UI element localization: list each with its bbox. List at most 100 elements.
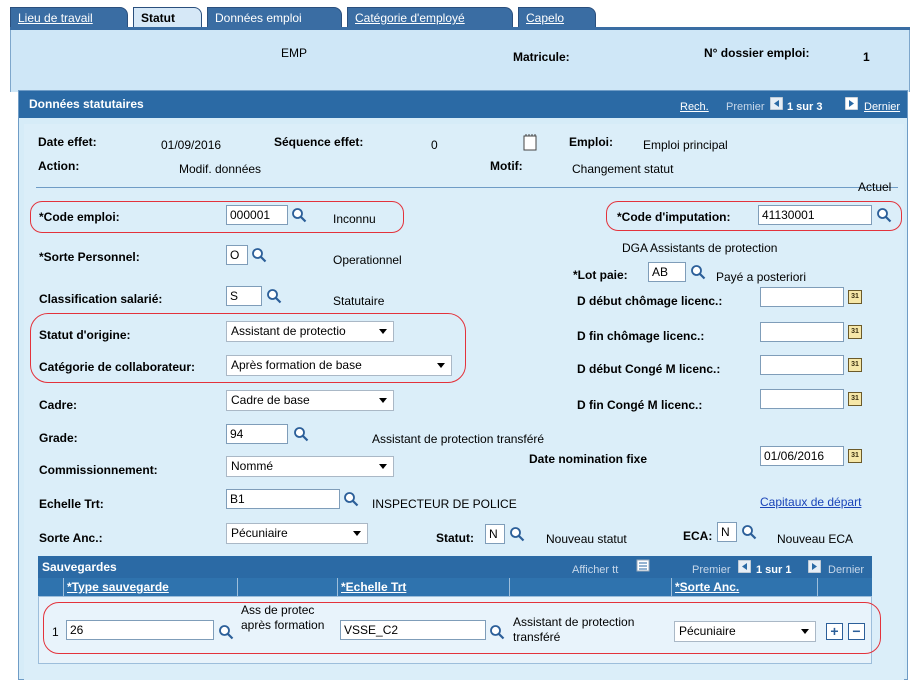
next-arrow-icon[interactable]: [808, 560, 821, 573]
d-fin-chomage-label: D fin chômage licenc.:: [577, 329, 705, 343]
search-icon[interactable]: [218, 624, 234, 640]
sv-dernier-label: Dernier: [828, 564, 865, 576]
emploi-value: Emploi principal: [643, 138, 728, 152]
lot-paie-input[interactable]: [648, 262, 686, 282]
sorte-personnel-label: *Sorte Personnel:: [39, 250, 140, 264]
chevron-down-icon: [379, 329, 387, 334]
search-icon[interactable]: [293, 426, 309, 442]
calendar-icon[interactable]: 31: [848, 358, 862, 372]
col-type-sauvegarde[interactable]: *Type sauvegarde: [64, 578, 238, 596]
dernier-link[interactable]: Dernier: [864, 101, 900, 113]
panel-title: Données statutaires: [29, 97, 144, 111]
chevron-down-icon: [379, 464, 387, 469]
search-icon[interactable]: [343, 491, 359, 507]
type-sauvegarde-input[interactable]: [66, 620, 214, 640]
d-fin-conge-input[interactable]: [760, 389, 844, 409]
col-sorte-anc[interactable]: *Sorte Anc.: [672, 578, 818, 596]
d-fin-chomage-input[interactable]: [760, 322, 844, 342]
sauvegardes-title: Sauvegardes: [42, 560, 117, 574]
chevron-down-icon: [801, 629, 809, 634]
calendar-icon[interactable]: 31: [848, 290, 862, 304]
date-effet-value: 01/09/2016: [161, 138, 222, 152]
date-nomination-label: Date nomination fixe: [529, 452, 648, 466]
cadre-label: Cadre:: [39, 398, 78, 412]
code-emploi-input[interactable]: [226, 205, 288, 225]
lot-paie-label: *Lot paie:: [573, 268, 628, 282]
calendar-icon[interactable]: 31: [848, 325, 862, 339]
actuel-label: Actuel: [858, 180, 892, 194]
d-fin-conge-label: D fin Congé M licenc.:: [577, 398, 703, 412]
echelle-input[interactable]: [226, 489, 340, 509]
capitaux-link[interactable]: Capitaux de départ: [760, 495, 861, 509]
code-imputation-label: *Code d'imputation:: [617, 210, 731, 224]
eca-desc: Nouveau ECA: [777, 532, 854, 546]
categorie-select[interactable]: Après formation de base: [226, 355, 452, 376]
classification-label: Classification salarié:: [39, 292, 163, 306]
sv-range-label: 1 sur 1: [756, 564, 792, 576]
search-icon[interactable]: [509, 526, 525, 542]
action-value: Modif. données: [179, 162, 262, 176]
tab-categorie-employe[interactable]: Catégorie d'employé: [347, 7, 513, 27]
search-icon[interactable]: [291, 207, 307, 223]
search-icon[interactable]: [876, 207, 892, 223]
sorte-anc-label: Sorte Anc.:: [39, 531, 103, 545]
search-icon[interactable]: [251, 247, 267, 263]
action-label: Action:: [38, 159, 80, 173]
tab-statut[interactable]: Statut: [133, 7, 202, 27]
statut-origine-select[interactable]: Assistant de protectio: [226, 321, 394, 342]
code-emploi-desc: Inconnu: [333, 212, 376, 226]
date-effet-label: Date effet:: [38, 135, 97, 149]
add-row-button[interactable]: +: [826, 623, 843, 640]
calendar-icon[interactable]: 31: [848, 392, 862, 406]
employee-header: [10, 30, 910, 92]
echelle-trt-desc: Assistant de protection transféré: [513, 615, 635, 644]
sequence-value: 0: [431, 138, 438, 152]
motif-label: Motif:: [490, 159, 523, 173]
delete-row-button[interactable]: −: [848, 623, 865, 640]
echelle-trt-input[interactable]: [340, 620, 486, 640]
commissionnement-select[interactable]: Nommé: [226, 456, 394, 477]
sorte-anc-select[interactable]: Pécuniaire: [226, 523, 368, 544]
statut-desc: Nouveau statut: [546, 532, 627, 546]
sv-premier-label: Premier: [692, 564, 731, 576]
code-imputation-input[interactable]: [758, 205, 872, 225]
previous-arrow-icon[interactable]: [738, 560, 751, 573]
matricule-label: Matricule:: [513, 50, 570, 64]
d-debut-chomage-input[interactable]: [760, 287, 844, 307]
row-number: 1: [52, 625, 59, 639]
eca-input[interactable]: [717, 522, 737, 542]
search-icon[interactable]: [690, 264, 706, 280]
sauvegardes-columns: *Type sauvegarde *Echelle Trt *Sorte Anc…: [38, 578, 872, 596]
d-debut-conge-label: D début Congé M licenc.:: [577, 362, 721, 376]
statut-input[interactable]: [485, 524, 505, 544]
memo-icon[interactable]: [523, 134, 538, 151]
col-num: [38, 578, 64, 596]
imputation-desc: DGA Assistants de protection: [622, 241, 778, 255]
sorte-personnel-input[interactable]: [226, 245, 248, 265]
code-emploi-label: *Code emploi:: [39, 210, 120, 224]
tab-lieu-de-travail[interactable]: Lieu de travail: [10, 7, 128, 27]
grade-input[interactable]: [226, 424, 288, 444]
grade-label: Grade:: [39, 431, 78, 445]
rech-link[interactable]: Rech.: [680, 101, 709, 113]
cadre-select[interactable]: Cadre de base: [226, 390, 394, 411]
col-echelle-trt[interactable]: *Echelle Trt: [338, 578, 510, 596]
search-icon[interactable]: [489, 624, 505, 640]
tab-donnees-emploi[interactable]: Données emploi: [207, 7, 342, 27]
calendar-icon[interactable]: 31: [848, 449, 862, 463]
dossier-label: N° dossier emploi:: [704, 46, 810, 60]
grid-view-icon[interactable]: [636, 559, 650, 572]
afficher-link[interactable]: Afficher tt: [572, 564, 618, 576]
previous-arrow-icon[interactable]: [770, 97, 783, 110]
type-sauvegarde-desc: Ass de protec après formation: [241, 603, 325, 632]
date-nomination-input[interactable]: [760, 446, 844, 466]
search-icon[interactable]: [741, 524, 757, 540]
sequence-label: Séquence effet:: [274, 135, 364, 149]
d-debut-conge-input[interactable]: [760, 355, 844, 375]
search-icon[interactable]: [266, 288, 282, 304]
classification-input[interactable]: [226, 286, 262, 306]
sorte-personnel-desc: Operationnel: [333, 253, 402, 267]
sorte-anc-row-select[interactable]: Pécuniaire: [674, 621, 816, 642]
next-arrow-icon[interactable]: [845, 97, 858, 110]
tab-capelo[interactable]: Capelo: [518, 7, 596, 27]
